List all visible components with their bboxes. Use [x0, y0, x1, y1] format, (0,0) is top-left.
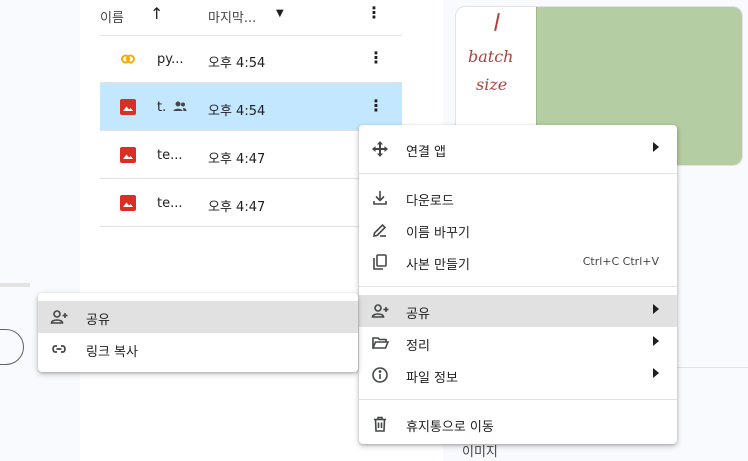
sort-arrow-icon[interactable]: ↑ — [150, 4, 163, 23]
menu-item-label: 공유 — [86, 313, 110, 328]
file-row[interactable]: py... 오후 4:54 ⋮ — [100, 35, 402, 83]
colab-icon — [120, 51, 136, 67]
more-options-icon[interactable]: ⋮ — [366, 3, 382, 22]
info-icon — [371, 366, 389, 384]
file-modified-time: 오후 4:54 — [208, 104, 266, 119]
chevron-right-icon — [653, 336, 659, 346]
file-name: py... — [157, 52, 184, 67]
chevron-right-icon — [653, 368, 659, 378]
file-rows: py... 오후 4:54 ⋮ t. 오후 4:54 ⋮ te... 오후 4:… — [100, 35, 402, 227]
menu-item-label: 이름 바꾸기 — [406, 226, 470, 241]
handwriting-stroke — [494, 12, 500, 32]
copy-icon — [371, 253, 389, 271]
chevron-right-icon — [653, 304, 659, 314]
file-name: te... — [157, 148, 183, 163]
move-arrows-icon — [371, 140, 389, 158]
nav-pill-button[interactable] — [0, 329, 24, 365]
menu-item-label: 링크 복사 — [86, 345, 138, 360]
column-header-name[interactable]: 이름 — [100, 7, 124, 26]
menu-item-share[interactable]: 공유 — [359, 295, 677, 327]
submenu-item-share[interactable]: 공유 — [38, 301, 358, 333]
person-add-icon — [50, 308, 68, 326]
context-menu: 연결 앱 다운로드 이름 바꾸기 사본 만들기 Ctrl+C Ctrl+V 공유… — [359, 125, 677, 444]
menu-divider — [359, 286, 677, 287]
submenu-item-copy-link[interactable]: 링크 복사 — [38, 333, 358, 365]
menu-item-open-with[interactable]: 연결 앱 — [359, 133, 677, 165]
trash-icon — [371, 415, 389, 433]
file-row[interactable]: te... 오후 4:47 — [100, 131, 402, 179]
menu-item-trash[interactable]: 휴지통으로 이동 — [359, 408, 677, 440]
chevron-right-icon — [653, 142, 659, 152]
folder-open-icon — [371, 334, 390, 352]
file-modified-time: 오후 4:54 — [208, 56, 266, 71]
chevron-down-icon[interactable]: ▼ — [276, 8, 284, 19]
file-modified-time: 오후 4:47 — [208, 152, 266, 167]
image-file-icon — [120, 195, 136, 211]
menu-item-label: 다운로드 — [406, 194, 454, 209]
menu-item-label: 연결 앱 — [406, 145, 447, 160]
column-header-modified[interactable]: 마지막... — [208, 7, 256, 26]
menu-item-rename[interactable]: 이름 바꾸기 — [359, 214, 677, 246]
download-icon — [371, 189, 389, 207]
menu-item-label: 파일 정보 — [406, 371, 458, 386]
menu-divider — [359, 399, 677, 400]
menu-item-label: 휴지통으로 이동 — [406, 420, 494, 435]
menu-item-label: 사본 만들기 — [406, 258, 470, 273]
menu-item-organize[interactable]: 정리 — [359, 327, 677, 359]
more-options-icon[interactable]: ⋮ — [368, 48, 384, 67]
file-name: t. — [157, 100, 167, 115]
handwriting-text: size — [476, 75, 508, 94]
keyboard-shortcut: Ctrl+C Ctrl+V — [582, 255, 659, 268]
shared-icon — [172, 98, 188, 118]
more-options-icon[interactable]: ⋮ — [368, 96, 384, 115]
file-row[interactable]: te... 오후 4:47 — [100, 179, 402, 227]
person-add-icon — [371, 302, 389, 320]
image-file-icon — [120, 147, 136, 163]
share-submenu: 공유 링크 복사 — [38, 293, 358, 372]
left-nav — [0, 0, 80, 461]
image-file-icon — [120, 99, 136, 115]
menu-divider — [359, 173, 677, 174]
menu-item-label: 정리 — [406, 339, 430, 354]
menu-item-file-info[interactable]: 파일 정보 — [359, 359, 677, 391]
menu-item-download[interactable]: 다운로드 — [359, 182, 677, 214]
menu-item-label: 공유 — [406, 307, 430, 322]
pencil-icon — [371, 221, 389, 239]
handwriting-text: batch — [468, 47, 514, 66]
nav-divider — [0, 283, 30, 287]
file-modified-time: 오후 4:47 — [208, 200, 266, 215]
link-icon — [50, 340, 68, 358]
menu-item-make-copy[interactable]: 사본 만들기 Ctrl+C Ctrl+V — [359, 246, 677, 278]
file-row-selected[interactable]: t. 오후 4:54 ⋮ — [100, 83, 402, 131]
file-name: te... — [157, 196, 183, 211]
